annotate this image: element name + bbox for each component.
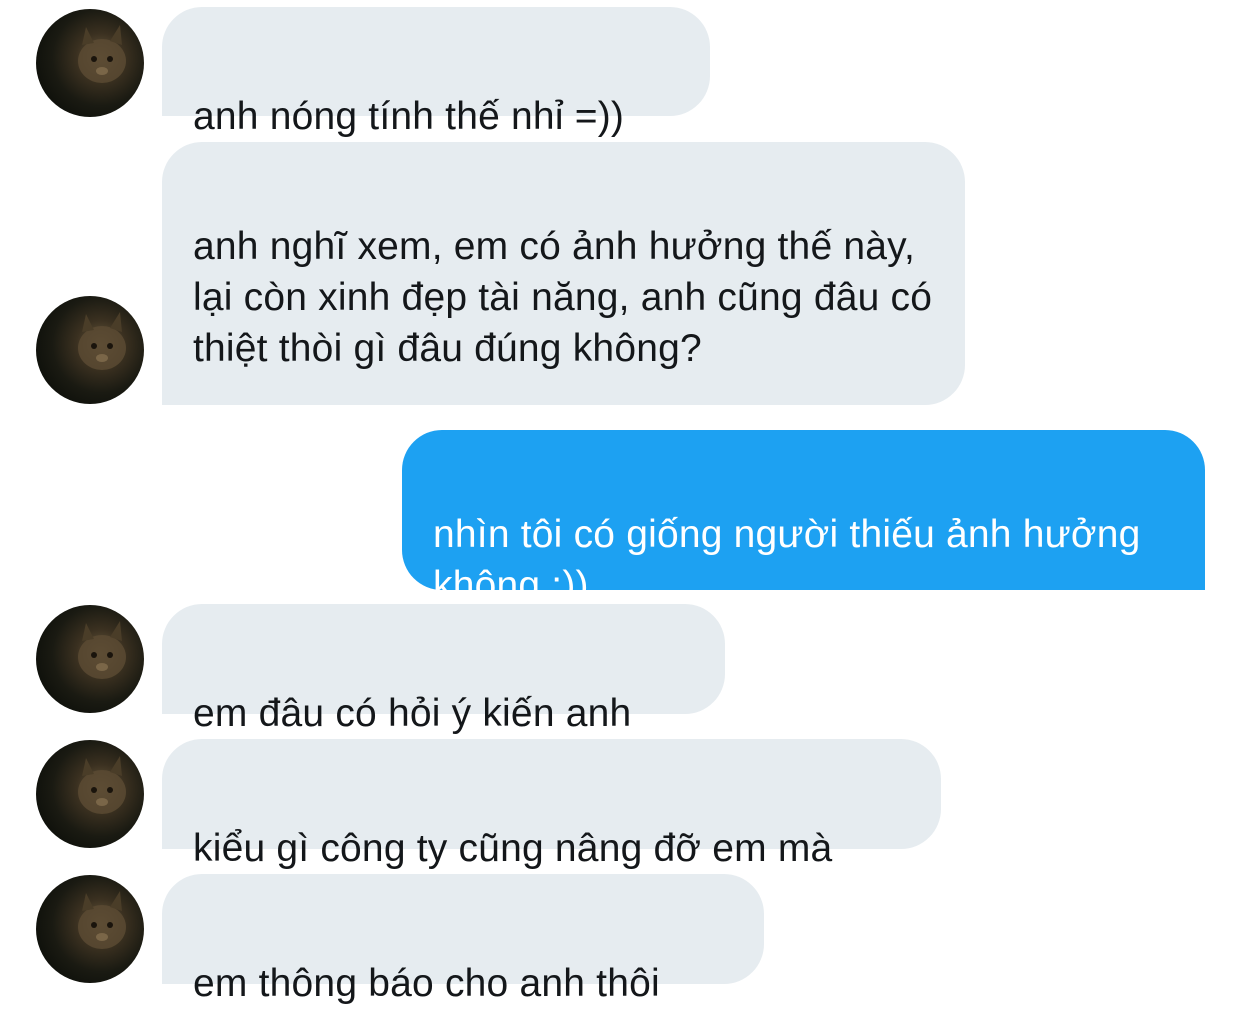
message-text: anh nghĩ xem, em có ảnh hưởng thế này, l…: [193, 225, 933, 370]
cat-avatar[interactable]: [36, 605, 144, 713]
message-text: anh nóng tính thế nhỉ =)): [193, 95, 625, 138]
incoming-message-bubble[interactable]: anh nghĩ xem, em có ảnh hưởng thế này, l…: [162, 142, 965, 405]
cat-avatar-image: [78, 756, 126, 814]
cat-avatar[interactable]: [36, 296, 144, 404]
message-text: em thông báo cho anh thôi: [193, 962, 660, 1005]
cat-avatar-image: [78, 621, 126, 679]
outgoing-message-bubble[interactable]: nhìn tôi có giống người thiếu ảnh hưởng …: [402, 430, 1205, 607]
cat-avatar-image: [78, 312, 126, 370]
message-text: kiểu gì công ty cũng nâng đỡ em mà: [193, 827, 833, 870]
incoming-message-bubble[interactable]: anh nóng tính thế nhỉ =)): [162, 7, 710, 138]
incoming-message-bubble[interactable]: em thông báo cho anh thôi: [162, 874, 764, 1005]
message-text: em đâu có hỏi ý kiến anh: [193, 692, 632, 735]
cat-avatar-image: [78, 25, 126, 83]
message-text: nhìn tôi có giống người thiếu ảnh hưởng …: [433, 513, 1141, 607]
cat-avatar[interactable]: [36, 740, 144, 848]
incoming-message-bubble[interactable]: em đâu có hỏi ý kiến anh: [162, 604, 725, 735]
incoming-message-bubble[interactable]: kiểu gì công ty cũng nâng đỡ em mà: [162, 739, 941, 870]
cat-avatar[interactable]: [36, 875, 144, 983]
cat-avatar-image: [78, 891, 126, 949]
cat-avatar[interactable]: [36, 9, 144, 117]
